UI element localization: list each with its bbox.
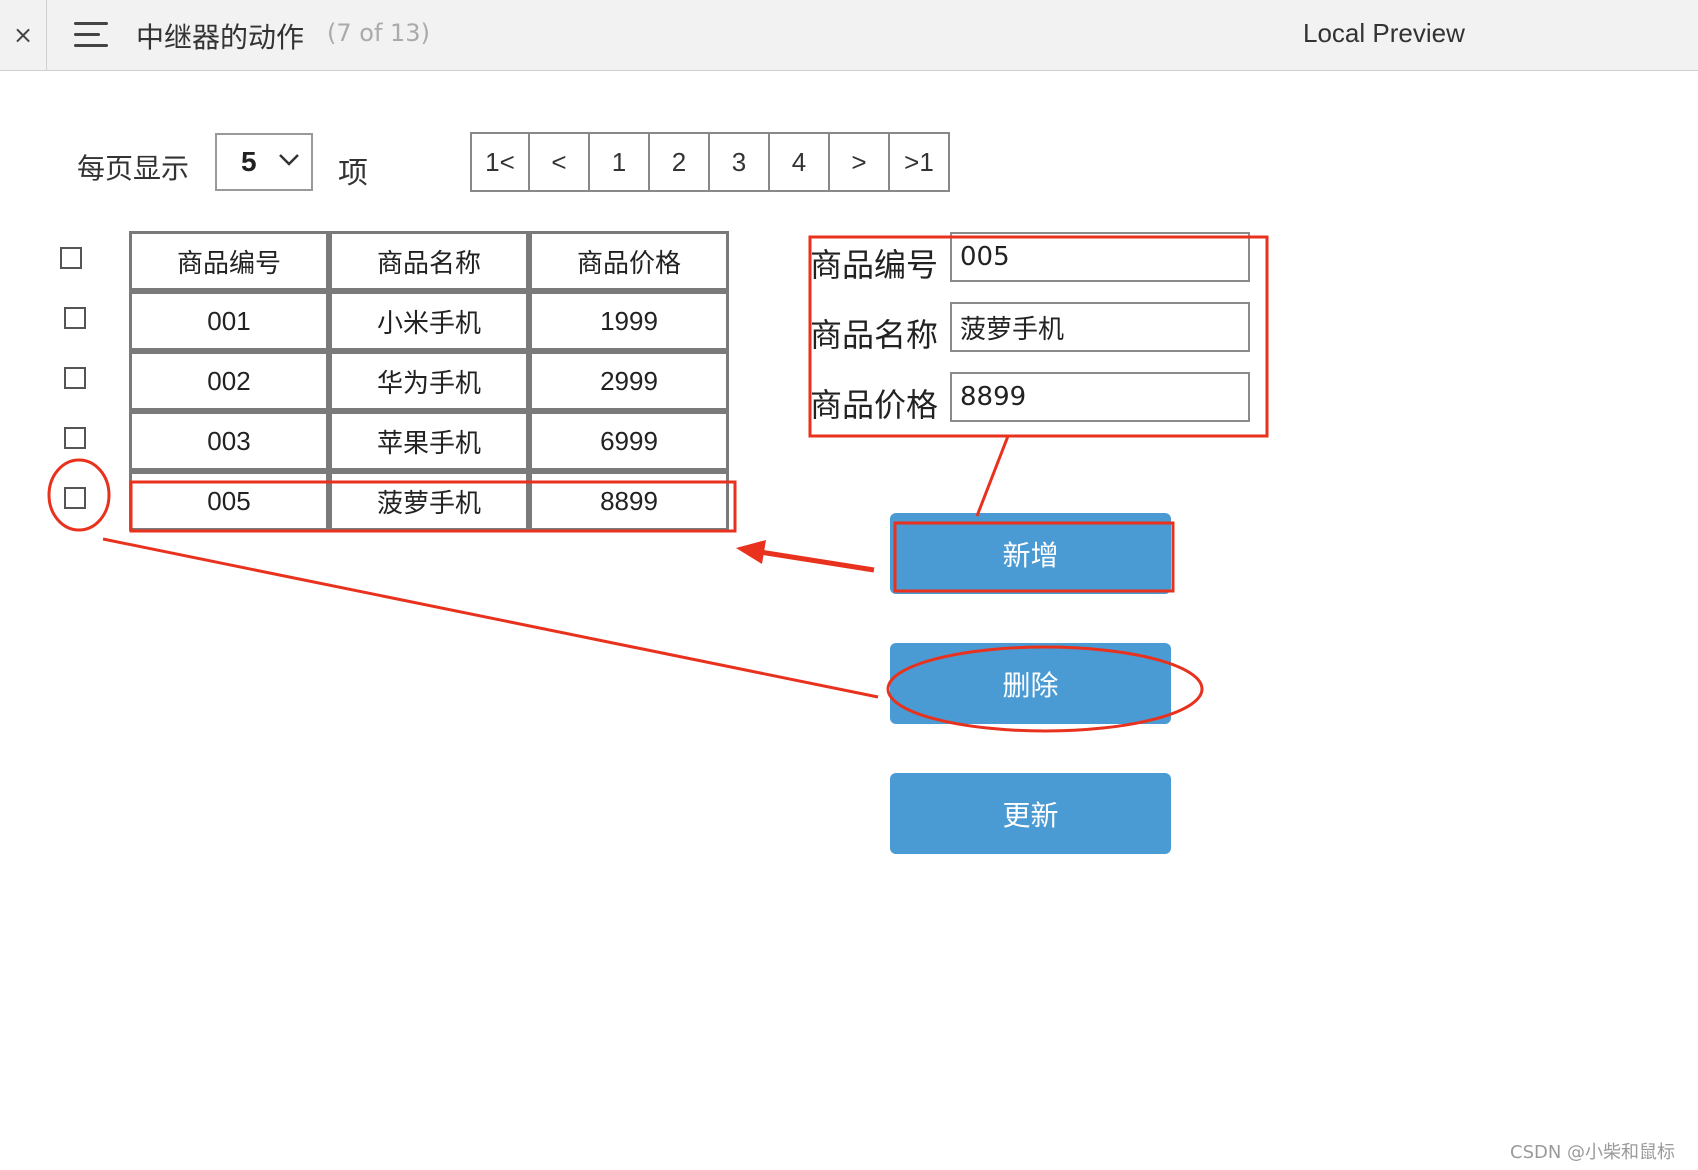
- pager-next-button[interactable]: >: [830, 132, 890, 192]
- product-id-label: 商品编号: [810, 246, 939, 284]
- product-price-input[interactable]: [950, 372, 1250, 422]
- per-page-label: 每页显示: [77, 152, 190, 185]
- column-header-name: 商品名称: [329, 231, 529, 291]
- column-header-price: 商品价格: [529, 231, 729, 291]
- table-cell-name: 华为手机: [329, 351, 529, 411]
- annotation-line-checkbox-to-delete: [102, 537, 879, 699]
- per-page-select[interactable]: 5: [215, 133, 313, 191]
- top-bar: × 中继器的动作 (7 of 13) Local Preview: [0, 0, 1698, 71]
- select-all-checkbox[interactable]: [60, 247, 82, 269]
- product-id-input[interactable]: [950, 232, 1250, 282]
- pager-page-1-button[interactable]: 1: [590, 132, 650, 192]
- pager-prev-button[interactable]: <: [530, 132, 590, 192]
- per-page-value: 5: [241, 146, 257, 177]
- table-cell-id: 001: [129, 291, 329, 351]
- annotation-line-form-to-add: [975, 435, 1010, 517]
- watermark: CSDN @小柴和鼠标: [1510, 1142, 1676, 1163]
- table-cell-price: 6999: [529, 411, 729, 471]
- table-cell-price: 1999: [529, 291, 729, 351]
- pager-first-button[interactable]: 1<: [470, 132, 530, 192]
- table-cell-name: 菠萝手机: [329, 471, 529, 531]
- product-name-label: 商品名称: [810, 316, 939, 354]
- table-cell-price: 8899: [529, 471, 729, 531]
- close-button[interactable]: ×: [0, 0, 47, 70]
- table-cell-id: 005: [129, 471, 329, 531]
- chevron-down-icon: [279, 154, 299, 166]
- delete-button[interactable]: 删除: [890, 643, 1171, 724]
- table-cell-name: 小米手机: [329, 291, 529, 351]
- row-checkbox[interactable]: [64, 367, 86, 389]
- pager-page-4-button[interactable]: 4: [770, 132, 830, 192]
- local-preview-label: Local Preview: [1303, 18, 1465, 48]
- update-button[interactable]: 更新: [890, 773, 1171, 854]
- row-checkbox[interactable]: [64, 427, 86, 449]
- annotation-arrow-shaft: [759, 549, 875, 573]
- table-cell-name: 苹果手机: [329, 411, 529, 471]
- page-count: (7 of 13): [327, 19, 430, 47]
- column-header-id: 商品编号: [129, 231, 329, 291]
- add-button[interactable]: 新增: [890, 513, 1171, 594]
- row-checkbox[interactable]: [64, 487, 86, 509]
- annotation-arrowhead-icon: [736, 540, 766, 564]
- pager-last-button[interactable]: >1: [890, 132, 950, 192]
- items-unit-label: 项: [338, 156, 368, 191]
- table-cell-id: 003: [129, 411, 329, 471]
- table-cell-id: 002: [129, 351, 329, 411]
- page-title: 中继器的动作: [136, 21, 305, 54]
- table-cell-price: 2999: [529, 351, 729, 411]
- row-checkbox[interactable]: [64, 307, 86, 329]
- pager-page-2-button[interactable]: 2: [650, 132, 710, 192]
- close-icon: ×: [12, 21, 34, 49]
- pager-page-3-button[interactable]: 3: [710, 132, 770, 192]
- product-price-label: 商品价格: [810, 386, 939, 424]
- product-name-input[interactable]: [950, 302, 1250, 352]
- hamburger-menu-icon[interactable]: [74, 22, 108, 48]
- pagination: 1< < 1 2 3 4 > >1: [470, 132, 950, 192]
